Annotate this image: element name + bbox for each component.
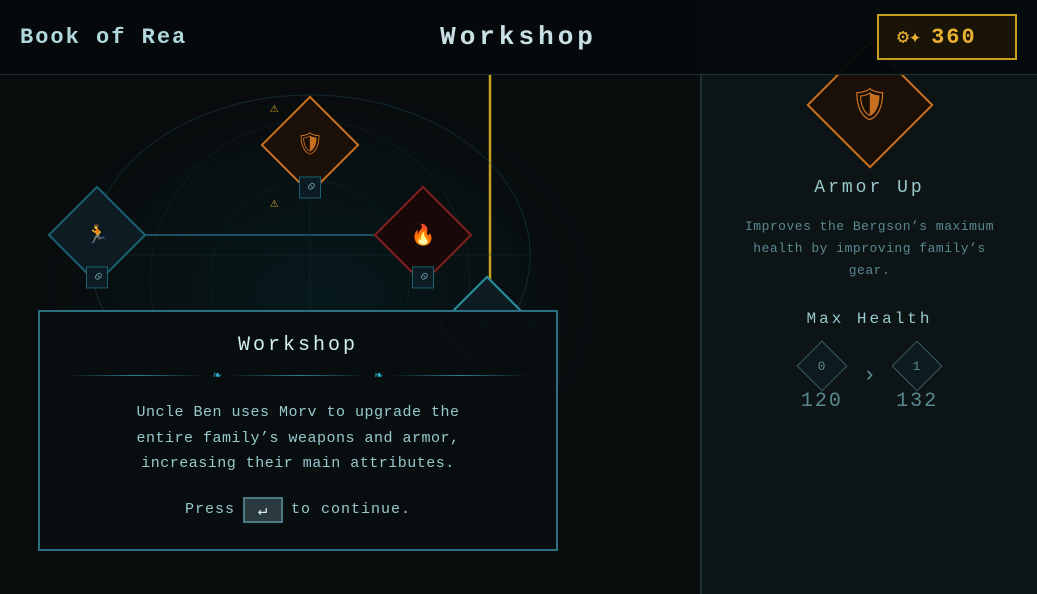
header: Book of Rea Workshop ⚙✦ 360 (0, 0, 1037, 75)
continue-prefix: Press (185, 501, 235, 518)
warning-icon-1: ⚠ (270, 100, 278, 117)
desc-line3: gear. (849, 263, 891, 278)
stat-arrow: › (863, 363, 876, 388)
runner-level-badge: 0 (86, 266, 108, 288)
dialog-continue: Press ↵ to continue. (68, 497, 528, 523)
stat-from-level: 0 (818, 359, 826, 374)
game-screen: ⚠ ⚠ 🛡 0 🏃 0 🔥 0 (0, 0, 1037, 594)
right-panel: 🛡 Armor Up Improves the Bergson’s maximu… (700, 0, 1037, 594)
header-title-center: Workshop (440, 22, 597, 52)
dialog-body-line3: increasing their main attributes. (141, 455, 455, 472)
header-title-left: Book of Rea (20, 25, 187, 50)
runner-icon: 🏃 (86, 224, 108, 246)
stat-from-value: 120 (801, 390, 843, 413)
currency-icon: ⚙✦ (897, 24, 921, 50)
continue-key-button[interactable]: ↵ (243, 497, 283, 523)
dialog-title: Workshop (68, 334, 528, 357)
skill-node-runner-inner: 🏃 (86, 224, 108, 246)
skill-node-fire-inner: 🔥 (411, 222, 436, 248)
stat-to-level-box: 1 (892, 341, 943, 392)
armor-level-badge: 0 (299, 176, 321, 198)
workshop-dialog: Workshop ❧ ❧ Uncle Ben uses Morv to upgr… (38, 310, 558, 551)
currency-box: ⚙✦ 360 (877, 14, 1017, 60)
ability-icon: 🛡 (849, 85, 890, 126)
fire-level-badge: 0 (412, 266, 434, 288)
stat-row: 0 120 › 1 132 (801, 348, 938, 413)
skill-node-armor-inner: 🛡 (296, 132, 324, 158)
divider-line-left (68, 375, 205, 376)
ornament-right: ❧ (375, 367, 383, 384)
runner-level-value: 0 (90, 271, 103, 284)
stat-to: 1 132 (896, 348, 938, 413)
ability-name: Armor Up (814, 178, 924, 198)
divider-line-right (229, 375, 366, 376)
currency-amount: 360 (931, 25, 977, 50)
continue-suffix: to continue. (291, 501, 411, 518)
stat-label: Max Health (806, 310, 932, 328)
ability-description: Improves the Bergson’s maximum health by… (745, 216, 994, 282)
fire-level-value: 0 (416, 271, 429, 284)
warning-icon-2: ⚠ (270, 195, 278, 212)
stat-from-level-box: 0 (796, 341, 847, 392)
stat-to-level: 1 (913, 359, 921, 374)
dialog-body: Uncle Ben uses Morv to upgrade the entir… (68, 400, 528, 477)
fire-icon: 🔥 (411, 222, 436, 248)
desc-line1: Improves the Bergson’s maximum (745, 219, 994, 234)
dialog-divider: ❧ ❧ (68, 367, 528, 384)
divider-line-end (391, 375, 528, 376)
dialog-body-line2: entire family’s weapons and armor, (136, 430, 459, 447)
stat-from: 0 120 (801, 348, 843, 413)
dialog-body-line1: Uncle Ben uses Morv to upgrade the (136, 404, 459, 421)
ornament-left: ❧ (213, 367, 221, 384)
armor-icon: 🛡 (296, 132, 324, 158)
stat-to-value: 132 (896, 390, 938, 413)
armor-level-value: 0 (303, 181, 316, 194)
desc-line2: health by improving family’s (753, 241, 985, 256)
ability-icon-glyph: 🛡 (849, 88, 890, 125)
